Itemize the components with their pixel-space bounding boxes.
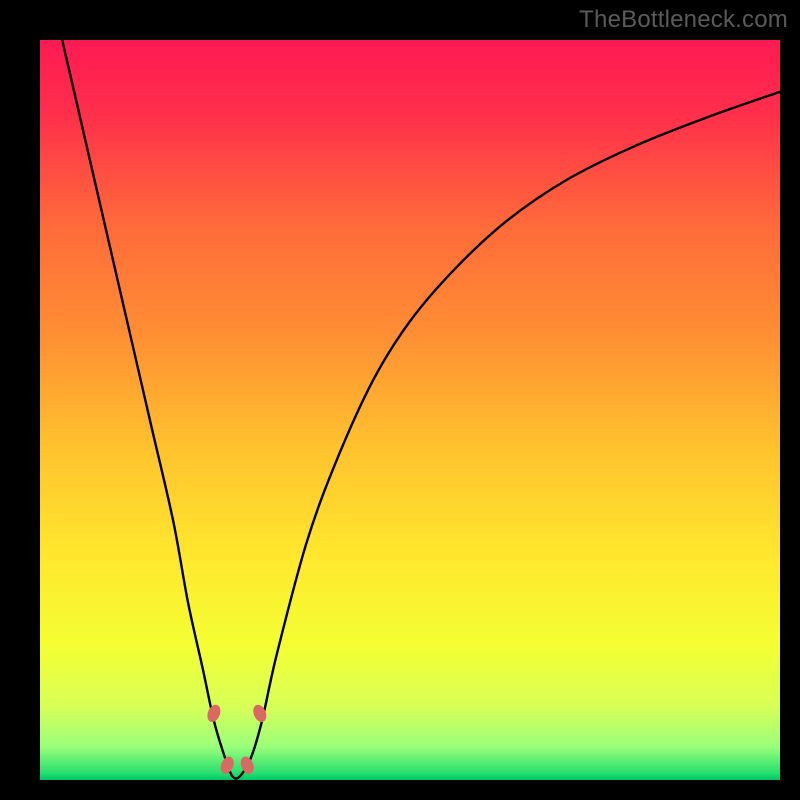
curve-markers [205,703,269,776]
bottleneck-curve [62,40,780,779]
outer-frame: TheBottleneck.com [0,0,800,800]
curve-layer [40,40,780,780]
plot-area [40,40,780,780]
marker-left-high [205,703,223,724]
marker-left-low [218,755,236,776]
marker-right-low [238,755,256,776]
watermark-text: TheBottleneck.com [579,6,788,34]
